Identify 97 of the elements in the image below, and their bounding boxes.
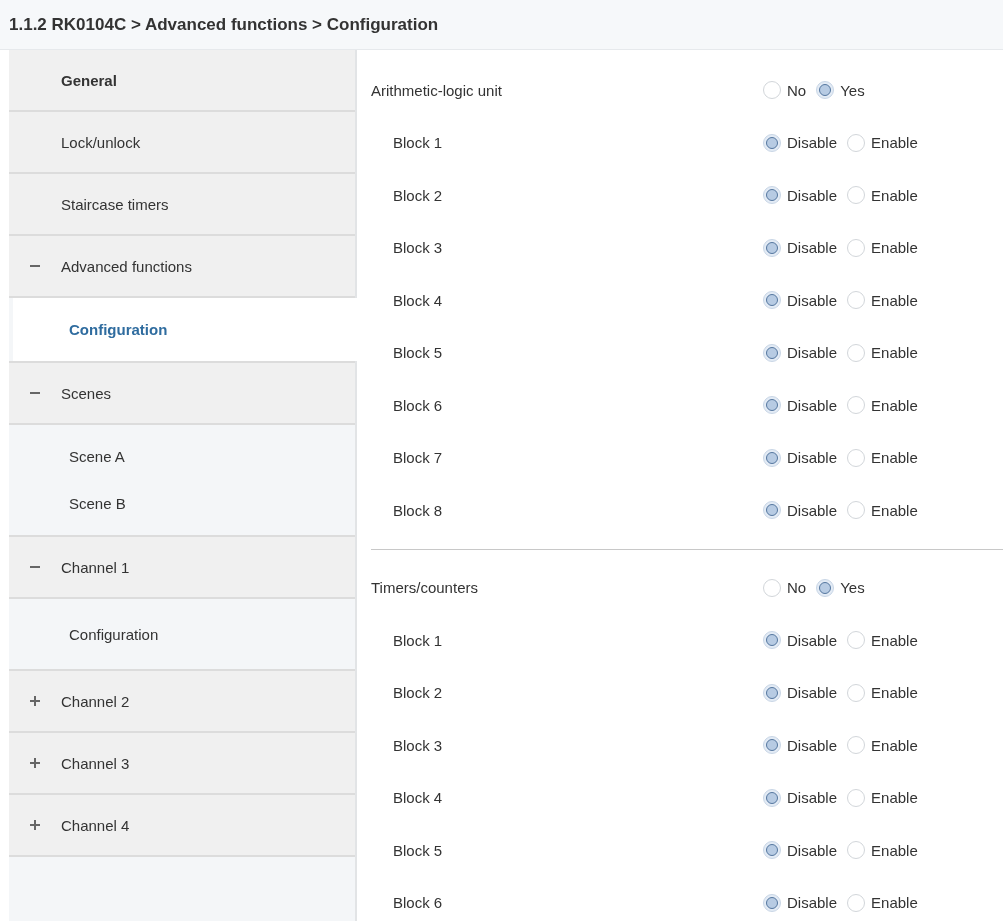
radio-button[interactable]	[763, 683, 781, 702]
sidebar-item[interactable]: Staircase timers	[9, 174, 355, 236]
radio-button[interactable]	[763, 841, 781, 860]
sidebar-item[interactable]: Channel 2	[9, 671, 355, 733]
radio-button[interactable]	[763, 396, 781, 415]
radio-button[interactable]	[763, 133, 781, 152]
radio-label[interactable]: Disable	[787, 449, 838, 467]
parameter-label: Block 4	[393, 789, 443, 807]
parameter-label: Block 6	[393, 894, 443, 912]
sidebar-subitem[interactable]: Configuration	[9, 607, 355, 661]
radio-button[interactable]	[763, 788, 781, 807]
radio-button[interactable]	[847, 501, 866, 520]
radio-button[interactable]	[847, 448, 866, 467]
radio-button[interactable]	[763, 736, 781, 755]
sidebar-subitem[interactable]: Configuration	[13, 298, 357, 361]
radio-label[interactable]: Disable	[787, 396, 838, 414]
expand-icon[interactable]	[30, 820, 40, 830]
parameter-label: Block 2	[393, 684, 443, 702]
parameter-label: Block 5	[393, 344, 443, 362]
radio-label[interactable]: Disable	[787, 134, 838, 152]
breadcrumb-title: 1.1.2 RK0104C > Advanced functions > Configuration	[9, 14, 439, 35]
radio-button[interactable]	[763, 631, 781, 650]
sidebar-subitem[interactable]: Scene A	[9, 433, 355, 480]
radio-button[interactable]	[847, 631, 866, 650]
radio-button[interactable]	[847, 396, 866, 415]
radio-button[interactable]	[763, 578, 781, 597]
sidebar-subitem[interactable]: Scene B	[9, 480, 355, 527]
parameter-label: Block 3	[393, 736, 443, 754]
parameter-label: Timers/counters	[371, 579, 478, 597]
radio-label[interactable]: Disable	[787, 736, 838, 754]
sidebar-item[interactable]: Channel 4	[9, 795, 355, 857]
radio-button[interactable]	[763, 448, 781, 467]
radio-label[interactable]: No	[787, 81, 807, 99]
radio-label[interactable]: Disable	[787, 186, 838, 204]
radio-button[interactable]	[847, 788, 866, 807]
radio-label[interactable]: Enable	[871, 736, 918, 754]
radio-label[interactable]: Disable	[787, 501, 838, 519]
radio-label[interactable]: Enable	[871, 894, 918, 912]
sidebar-item[interactable]: Channel 3	[9, 733, 355, 795]
radio-button[interactable]	[763, 238, 781, 257]
parameter-label: Block 1	[393, 134, 443, 152]
radio-label[interactable]: Disable	[787, 239, 838, 257]
sidebar-item[interactable]: Lock/unlock	[9, 112, 355, 174]
radio-label[interactable]: Enable	[871, 396, 918, 414]
radio-label[interactable]: Disable	[787, 684, 838, 702]
parameter-label: Block 2	[393, 186, 443, 204]
radio-label[interactable]: Yes	[840, 81, 865, 99]
radio-label[interactable]: Enable	[871, 789, 918, 807]
radio-button[interactable]	[847, 291, 866, 310]
radio-label[interactable]: Disable	[787, 631, 838, 649]
radio-button[interactable]	[816, 578, 835, 597]
radio-button[interactable]	[763, 343, 781, 362]
radio-label[interactable]: Enable	[871, 684, 918, 702]
radio-button[interactable]	[763, 291, 781, 310]
parameter-label: Block 6	[393, 396, 443, 414]
parameter-label: Block 3	[393, 239, 443, 257]
radio-label[interactable]: Enable	[871, 501, 918, 519]
radio-label[interactable]: Disable	[787, 894, 838, 912]
radio-button[interactable]	[847, 841, 866, 860]
radio-label[interactable]: Disable	[787, 841, 838, 859]
radio-label[interactable]: Enable	[871, 631, 918, 649]
sidebar-item[interactable]: Advanced functions	[9, 236, 355, 298]
parameter-label: Block 7	[393, 449, 443, 467]
radio-label[interactable]: Enable	[871, 134, 918, 152]
radio-button[interactable]	[847, 343, 866, 362]
parameter-label: Block 1	[393, 631, 443, 649]
radio-label[interactable]: Disable	[787, 291, 838, 309]
radio-button[interactable]	[847, 736, 866, 755]
radio-button[interactable]	[763, 81, 781, 100]
radio-button[interactable]	[847, 238, 866, 257]
radio-button[interactable]	[847, 133, 866, 152]
radio-label[interactable]: Disable	[787, 344, 838, 362]
radio-button[interactable]	[763, 501, 781, 520]
radio-button[interactable]	[847, 683, 866, 702]
sidebar-item[interactable]: Scenes	[9, 363, 355, 425]
expand-icon[interactable]	[30, 758, 40, 768]
sidebar-item[interactable]: Channel 1	[9, 537, 355, 599]
radio-button[interactable]	[816, 81, 835, 100]
radio-button[interactable]	[763, 186, 781, 205]
radio-button[interactable]	[763, 893, 781, 912]
radio-label[interactable]: Enable	[871, 291, 918, 309]
radio-label[interactable]: Enable	[871, 186, 918, 204]
radio-label[interactable]: Disable	[787, 789, 838, 807]
radio-label[interactable]: No	[787, 579, 807, 597]
radio-label[interactable]: Enable	[871, 344, 918, 362]
radio-label[interactable]: Enable	[871, 239, 918, 257]
parameter-label: Arithmetic-logic unit	[371, 81, 502, 99]
radio-button[interactable]	[847, 186, 866, 205]
sidebar-item[interactable]: General	[9, 50, 355, 112]
radio-button[interactable]	[847, 893, 866, 912]
parameter-label: Block 8	[393, 501, 443, 519]
parameter-label: Block 5	[393, 841, 443, 859]
expand-icon[interactable]	[30, 696, 40, 706]
parameter-label: Block 4	[393, 291, 443, 309]
radio-label[interactable]: Enable	[871, 841, 918, 859]
radio-label[interactable]: Enable	[871, 449, 918, 467]
radio-label[interactable]: Yes	[840, 579, 865, 597]
